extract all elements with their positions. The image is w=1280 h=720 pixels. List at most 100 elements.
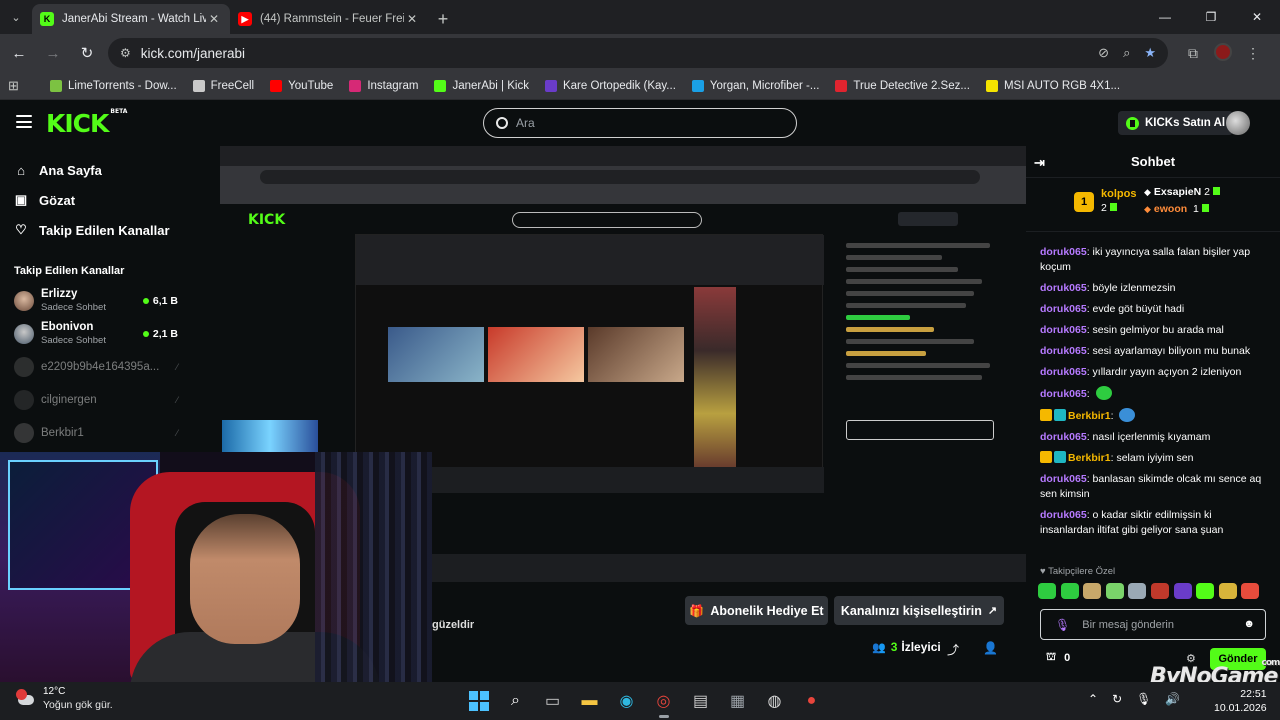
store-icon[interactable]: ▤ bbox=[687, 687, 715, 715]
chat-username[interactable]: doruk065 bbox=[1040, 366, 1087, 378]
address-bar[interactable]: ⚙ kick.com/janerabi ⊘ ⌕ ★ bbox=[108, 38, 1168, 68]
emote-icon[interactable] bbox=[1128, 583, 1147, 599]
clock[interactable]: 22:51 10.01.2026 bbox=[1214, 687, 1267, 715]
browse-icon: ▣ bbox=[14, 192, 28, 207]
microphone-icon[interactable]: 🎙 bbox=[1055, 618, 1070, 632]
tab-kick[interactable]: K JanerAbi Stream - Watch Live o ✕ bbox=[32, 4, 230, 34]
close-tab-icon[interactable]: ✕ bbox=[206, 12, 222, 26]
share-icon[interactable]: ⤴ bbox=[947, 641, 959, 658]
bookmark-item[interactable]: True Detective 2.Sez... bbox=[835, 79, 970, 92]
customize-channel-button[interactable]: Kanalınızı kişiselleştirin ↗ bbox=[834, 596, 1004, 625]
emote-icon bbox=[1095, 386, 1112, 400]
gift-subscription-button[interactable]: 🎁 Abonelik Hediye Et bbox=[685, 596, 828, 625]
task-view-icon[interactable]: ▭ bbox=[539, 687, 567, 715]
new-tab-button[interactable]: + bbox=[428, 4, 458, 34]
chrome-icon[interactable]: ◎ bbox=[650, 687, 678, 718]
profile-avatar[interactable] bbox=[1208, 42, 1238, 64]
emote-icon[interactable] bbox=[1038, 583, 1056, 599]
bookmark-item[interactable]: JanerAbi | Kick bbox=[434, 79, 529, 92]
nav-home[interactable]: ⌂ Ana Sayfa bbox=[0, 155, 192, 185]
reload-button[interactable]: ↻ bbox=[72, 38, 102, 68]
chat-username[interactable]: doruk065 bbox=[1040, 388, 1087, 400]
collapse-chat-icon[interactable]: ⇥ bbox=[1034, 155, 1045, 171]
emote-icon[interactable] bbox=[1196, 583, 1215, 599]
emote-icon[interactable] bbox=[1218, 583, 1237, 599]
emoji-icon[interactable]: ☻ bbox=[1243, 618, 1255, 630]
bookmark-item[interactable]: LimeTorrents - Dow... bbox=[50, 79, 177, 92]
bookmark-item[interactable]: Instagram bbox=[349, 79, 418, 92]
sync-icon[interactable]: ↻ bbox=[1112, 692, 1122, 706]
forward-button[interactable]: → bbox=[38, 38, 68, 68]
emote-icon[interactable] bbox=[1241, 583, 1260, 599]
channel-points[interactable]: ⛫ 0 bbox=[1046, 651, 1070, 665]
channel-item[interactable]: Erlizzy Sadece Sohbet 6,1 B bbox=[0, 284, 192, 317]
bookmark-item[interactable]: MSI AUTO RGB 4X1... bbox=[985, 79, 1120, 92]
chat-username[interactable]: doruk065 bbox=[1040, 431, 1087, 443]
zoom-icon[interactable]: ⌕ bbox=[1123, 45, 1130, 61]
bookmark-star-icon[interactable]: ★ bbox=[1144, 45, 1156, 61]
app-red-icon[interactable]: ● bbox=[798, 687, 826, 715]
emote-icon[interactable] bbox=[1173, 583, 1192, 599]
chat-username[interactable]: doruk065 bbox=[1040, 324, 1087, 336]
bookmark-item[interactable]: Kare Ortopedik (Kay... bbox=[544, 79, 676, 92]
tab-search-icon[interactable]: ⌄ bbox=[0, 0, 32, 34]
channel-item-offline[interactable]: cilginergen ⁄ bbox=[0, 383, 192, 416]
chat-text: yıllardır yayın açıyon 2 izleniyon bbox=[1092, 366, 1242, 378]
apps-grid-icon[interactable]: ⊞ bbox=[8, 78, 34, 94]
add-user-icon[interactable]: 👤 bbox=[983, 641, 998, 655]
chat-message: doruk065: sesin gelmiyor bu arada mal bbox=[1040, 324, 1224, 336]
nav-following[interactable]: ♡ Takip Edilen Kanallar bbox=[0, 215, 192, 245]
chat-username[interactable]: doruk065 bbox=[1040, 509, 1087, 521]
recorder-icon[interactable]: ◍ bbox=[761, 687, 789, 715]
site-info-icon[interactable]: ⚙ bbox=[120, 46, 131, 60]
extensions-icon[interactable]: ⧉ bbox=[1178, 45, 1208, 62]
tray-chevron-icon[interactable]: ⌃ bbox=[1088, 692, 1098, 706]
gifter-2[interactable]: ◆ ExsapieN 2 bbox=[1144, 186, 1220, 198]
tab-youtube[interactable]: ▶ (44) Rammstein - Feuer Frei! (O ✕ bbox=[230, 4, 428, 34]
close-tab-icon[interactable]: ✕ bbox=[404, 12, 420, 26]
chat-username[interactable]: doruk065 bbox=[1040, 246, 1087, 258]
calculator-icon[interactable]: ▦ bbox=[724, 687, 752, 715]
minimize-button[interactable]: — bbox=[1142, 0, 1188, 34]
volume-icon[interactable]: 🔊 bbox=[1165, 692, 1180, 706]
kick-logo[interactable]: KICK BETA bbox=[46, 108, 127, 138]
avatar bbox=[14, 323, 34, 344]
chat-message-input[interactable]: 🎙 Bir mesaj gönderin ☻ bbox=[1040, 609, 1266, 640]
maximize-button[interactable]: ❐ bbox=[1188, 0, 1234, 34]
mic-tray-icon[interactable]: 🎙 bbox=[1136, 692, 1151, 706]
menu-icon[interactable] bbox=[16, 115, 32, 128]
eye-off-icon[interactable]: ⊘ bbox=[1098, 45, 1109, 61]
chat-username[interactable]: doruk065 bbox=[1040, 303, 1087, 315]
emote-icon[interactable] bbox=[1150, 583, 1169, 599]
chat-username[interactable]: Berkbir1 bbox=[1068, 452, 1111, 464]
buy-kicks-button[interactable]: KICKs Satın Al bbox=[1118, 111, 1234, 135]
channel-item-offline[interactable]: e2209b9b4e164395a... ⁄ bbox=[0, 350, 192, 383]
bookmark-item[interactable]: Yorgan, Microfiber -... bbox=[691, 79, 819, 92]
file-explorer-icon[interactable]: ▬ bbox=[576, 687, 604, 715]
user-avatar[interactable] bbox=[1226, 111, 1250, 135]
chat-username[interactable]: Berkbir1 bbox=[1068, 410, 1111, 422]
bookmark-item[interactable]: FreeCell bbox=[192, 79, 254, 92]
menu-dots-icon[interactable]: ⋮ bbox=[1238, 45, 1268, 62]
channel-item[interactable]: Ebonivon Sadece Sohbet 2,1 B bbox=[0, 317, 192, 350]
emote-icon[interactable] bbox=[1105, 583, 1124, 599]
emote-icon[interactable] bbox=[1083, 583, 1102, 599]
emote-icon[interactable] bbox=[1060, 583, 1079, 599]
bookmark-item[interactable]: YouTube bbox=[270, 79, 333, 92]
start-button[interactable] bbox=[465, 687, 493, 715]
search-input[interactable]: Ara bbox=[483, 108, 797, 138]
chat-message: doruk065: evde göt büyüt hadi bbox=[1040, 303, 1185, 315]
edge-icon[interactable]: ◉ bbox=[613, 687, 641, 715]
chat-username[interactable]: doruk065 bbox=[1040, 473, 1087, 485]
channel-item-offline[interactable]: Berkbir1 ⁄ bbox=[0, 416, 192, 449]
weather-widget[interactable]: 12°C Yoğun gök gür. bbox=[16, 686, 113, 711]
tab-title: (44) Rammstein - Feuer Frei! (O bbox=[260, 13, 404, 25]
weather-storm-icon bbox=[16, 688, 36, 709]
back-button[interactable]: ← bbox=[4, 38, 34, 68]
nav-browse[interactable]: ▣ Gözat bbox=[0, 185, 192, 215]
gifter-3[interactable]: ◆ ewoon 1 bbox=[1144, 203, 1209, 215]
chat-username[interactable]: doruk065 bbox=[1040, 282, 1087, 294]
close-window-button[interactable]: ✕ bbox=[1234, 0, 1280, 34]
chat-username[interactable]: doruk065 bbox=[1040, 345, 1087, 357]
taskbar-search-icon[interactable]: ⌕ bbox=[502, 687, 530, 715]
